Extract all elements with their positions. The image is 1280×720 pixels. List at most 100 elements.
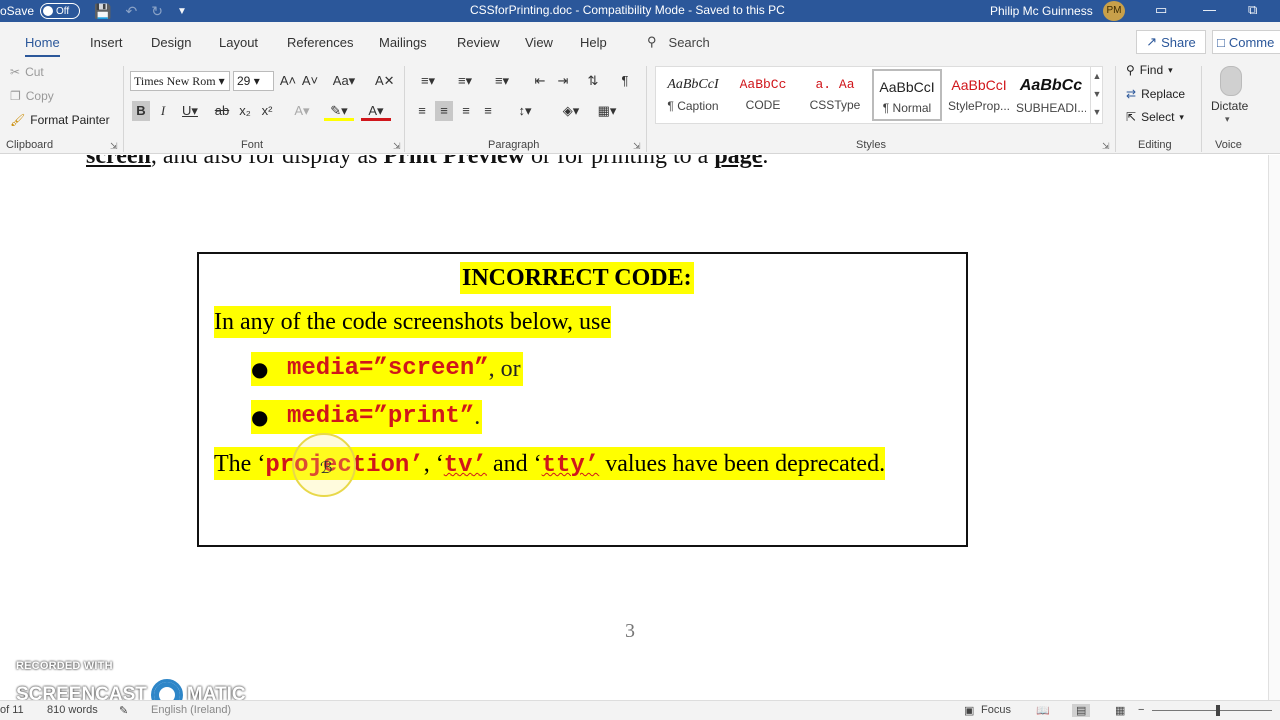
decrease-indent-icon[interactable]: ⇤ [531,71,549,91]
autosave-toggle[interactable]: Off [40,3,81,19]
cut-button[interactable]: ✂ Cut [10,65,44,79]
word-count[interactable]: 810 words [47,704,98,716]
change-case-icon[interactable]: Aa▾ [330,71,358,91]
focus-button[interactable]: Focus [981,704,1011,716]
ribbon-display-icon[interactable]: ▭ [1155,2,1167,18]
style-caption[interactable]: AaBbCcI ¶ Caption [658,69,728,121]
style-subheading[interactable]: AaBbCc SUBHEADI... [1016,69,1086,121]
shrink-font-icon[interactable]: A˅ [301,71,319,91]
clear-formatting-icon[interactable]: A✕ [375,71,395,91]
font-name-select[interactable]: Times New Rom ▾ [130,71,230,91]
chevron-down-icon[interactable]: ▾ [1225,114,1230,125]
bullets-icon[interactable]: ≡▾ [413,71,443,91]
bullet-icon: ● [251,357,269,381]
comments-button[interactable]: □ Comme [1212,30,1280,54]
undo-icon[interactable]: ↶ [125,3,137,20]
highlight-color-icon[interactable]: ✎▾ [324,101,354,121]
select-icon: ⇱ [1126,110,1137,124]
status-bar: of 11 810 words ✎ English (Ireland) ▣ Fo… [0,700,1280,720]
brush-icon: 🖌 [10,113,26,127]
search-box[interactable]: ⚲ Search [647,34,710,50]
show-formatting-icon[interactable]: ¶ [616,71,634,91]
strikethrough-button[interactable]: ab [212,101,232,121]
tab-review[interactable]: Review [457,35,500,50]
language-indicator[interactable]: English (Ireland) [151,704,231,716]
styles-launcher-icon[interactable]: ⇲ [1102,141,1110,152]
paragraph-launcher-icon[interactable]: ⇲ [633,141,641,152]
save-icon[interactable]: 💾 [94,3,111,20]
paragraph-group-label: Paragraph [488,139,540,151]
clipboard-launcher-icon[interactable]: ⇲ [110,141,118,152]
grow-font-icon[interactable]: A˄ [279,71,297,91]
format-painter-button[interactable]: 🖌 Format Painter [10,113,110,127]
chevron-down-icon: ▾ [1179,111,1184,122]
tab-insert[interactable]: Insert [90,35,123,50]
style-sample: AaBbCcI [667,77,719,92]
restore-icon[interactable]: ⧉ [1248,2,1257,18]
tab-design[interactable]: Design [151,35,191,50]
read-mode-icon[interactable]: 📖 [1036,704,1050,717]
align-left-icon[interactable]: ≡ [413,101,431,121]
web-layout-icon[interactable]: ▦ [1115,704,1125,717]
minimize-icon[interactable]: — [1203,2,1216,17]
underline-button[interactable]: U▾ [176,101,204,121]
avatar[interactable]: PM [1103,1,1125,21]
align-center-icon[interactable]: ≡ [435,101,453,121]
increase-indent-icon[interactable]: ⇥ [554,71,572,91]
proofing-icon[interactable]: ✎ [119,704,128,717]
autosave-control[interactable]: oSave Off [0,3,81,19]
line-spacing-icon[interactable]: ↕▾ [510,101,540,121]
share-button[interactable]: ↗ Share [1136,30,1206,54]
print-layout-icon[interactable]: ▤ [1072,704,1091,717]
multilevel-list-icon[interactable]: ≡▾ [487,71,517,91]
find-button[interactable]: ⚲ Find ▾ [1126,63,1173,77]
style-name: StyleProp... [947,99,1011,113]
user-name[interactable]: Philip Mc Guinness [990,4,1093,18]
style-styleprop[interactable]: AaBbCcI StyleProp... [944,69,1014,121]
font-color-icon[interactable]: A▾ [361,101,391,121]
share-icon: ↗ [1146,34,1158,49]
font-size-select[interactable]: 29 ▾ [233,71,274,91]
document-canvas[interactable]: screen, and also for display as Print Pr… [0,155,1280,700]
italic-button[interactable]: I [154,101,172,121]
page-count[interactable]: of 11 [0,704,24,716]
style-csstype[interactable]: a. Aa CSSType [800,69,870,121]
tab-layout[interactable]: Layout [219,35,258,50]
tab-home[interactable]: Home [25,35,60,57]
tab-mailings[interactable]: Mailings [379,35,427,50]
font-launcher-icon[interactable]: ⇲ [393,141,401,152]
align-right-icon[interactable]: ≡ [457,101,475,121]
borders-icon[interactable]: ▦▾ [592,101,622,121]
styles-scroll[interactable]: ▲ ▼ ▼ [1090,67,1103,123]
divider [1115,66,1116,152]
tab-view[interactable]: View [525,35,553,50]
customize-toolbar-icon[interactable]: ▼ [177,6,187,17]
dictate-button[interactable]: Dictate [1211,99,1248,113]
style-normal[interactable]: AaBbCcI ¶ Normal [872,69,942,121]
style-code[interactable]: AaBbCc CODE [728,69,798,121]
text-effects-icon[interactable]: A▾ [287,101,317,121]
focus-icon[interactable]: ▣ [964,704,974,717]
justify-icon[interactable]: ≡ [479,101,497,121]
style-sample: AaBbCcI [879,79,935,95]
microphone-icon[interactable] [1220,66,1242,96]
zoom-out-icon[interactable]: − [1138,704,1144,716]
numbering-icon[interactable]: ≡▾ [450,71,480,91]
share-label: Share [1161,34,1196,50]
bold-button[interactable]: B [132,101,150,121]
zoom-slider-thumb[interactable] [1216,705,1220,716]
doc-text: values have been deprecated. [599,451,886,477]
tab-references[interactable]: References [287,35,353,50]
subscript-button[interactable]: x₂ [236,101,254,121]
vertical-scrollbar[interactable] [1268,155,1280,700]
replace-button[interactable]: ⇄ Replace [1126,87,1185,101]
redo-icon[interactable]: ↻ [151,3,163,20]
tab-help[interactable]: Help [580,35,607,50]
copy-button[interactable]: ❐ Copy [10,89,54,103]
shading-icon[interactable]: ◈▾ [556,101,586,121]
zoom-slider[interactable] [1152,710,1272,711]
select-button[interactable]: ⇱ Select ▾ [1126,110,1184,124]
sort-icon[interactable]: ⇅ [584,71,602,91]
incorrect-code-box[interactable]: INCORRECT CODE: In any of the code scree… [197,252,968,547]
superscript-button[interactable]: x² [258,101,276,121]
